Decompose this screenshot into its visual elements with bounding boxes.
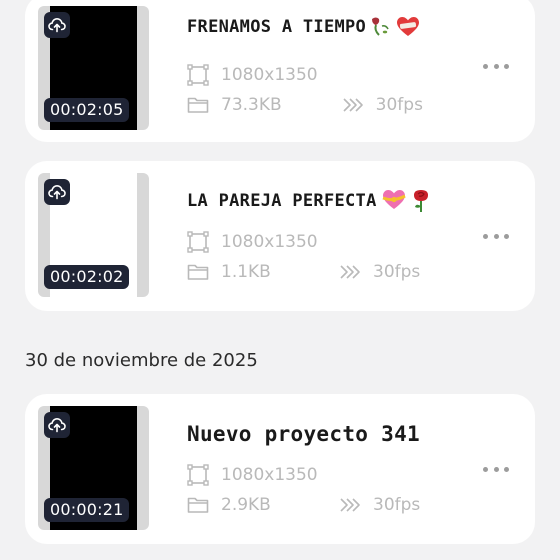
fps-value: 30fps (373, 495, 421, 515)
project-card[interactable]: 00:00:21 Nuevo proyecto 341 1080x1350 2.… (25, 394, 535, 544)
resolution-icon (187, 231, 209, 253)
rose-emoji (413, 190, 428, 212)
resolution-value: 1080x1350 (221, 232, 318, 252)
project-title-text: FRENAMOS A TIEMPO (187, 17, 367, 37)
fps-value: 30fps (373, 262, 421, 282)
project-list-page: 00:02:05 FRENAMOS A TIEMPO 1080x1350 73.… (0, 0, 560, 560)
fps-icon (339, 264, 363, 280)
video-thumbnail[interactable]: 00:00:21 (38, 406, 149, 530)
cloud-upload-icon[interactable] (44, 412, 70, 438)
heart-with-ribbon-emoji (382, 190, 406, 209)
cloud-upload-icon[interactable] (44, 179, 70, 205)
file-size-value: 73.3KB (221, 95, 282, 115)
more-options-icon[interactable] (483, 232, 509, 240)
resolution-value: 1080x1350 (221, 465, 318, 485)
fps-icon (339, 497, 363, 513)
resolution-row: 1080x1350 (187, 464, 318, 486)
resolution-icon (187, 64, 209, 86)
project-card[interactable]: 00:02:02 LA PAREJA PERFECTA 1080x1350 1.… (25, 161, 535, 311)
resolution-icon (187, 464, 209, 486)
project-title-text: LA PAREJA PERFECTA (187, 191, 377, 211)
project-card[interactable]: 00:02:05 FRENAMOS A TIEMPO 1080x1350 73.… (25, 0, 535, 142)
video-duration: 00:02:05 (44, 98, 130, 122)
resolution-row: 1080x1350 (187, 231, 318, 253)
fps-value: 30fps (375, 95, 423, 115)
video-thumbnail[interactable]: 00:02:05 (38, 6, 149, 130)
mending-heart-emoji (397, 17, 420, 36)
file-info-row: 73.3KB 30fps (187, 95, 423, 115)
date-section-header: 30 de noviembre de 2025 (25, 350, 258, 371)
project-title: LA PAREJA PERFECTA (187, 189, 431, 213)
project-title: FRENAMOS A TIEMPO (187, 16, 420, 38)
cloud-upload-icon[interactable] (44, 12, 70, 38)
file-info-row: 1.1KB 30fps (187, 262, 420, 282)
more-options-icon[interactable] (483, 62, 509, 70)
video-duration: 00:02:02 (44, 265, 130, 289)
wilted-rose-emoji (372, 17, 389, 36)
file-size-value: 2.9KB (221, 495, 271, 515)
folder-icon (187, 496, 209, 514)
video-duration: 00:00:21 (44, 498, 130, 522)
resolution-row: 1080x1350 (187, 64, 318, 86)
resolution-value: 1080x1350 (221, 65, 318, 85)
fps-icon (342, 97, 366, 113)
video-thumbnail[interactable]: 00:02:02 (38, 173, 149, 297)
file-size-value: 1.1KB (221, 262, 271, 282)
project-title: Nuevo proyecto 341 (187, 422, 420, 446)
file-info-row: 2.9KB 30fps (187, 495, 420, 515)
folder-icon (187, 96, 209, 114)
more-options-icon[interactable] (483, 465, 509, 473)
folder-icon (187, 263, 209, 281)
